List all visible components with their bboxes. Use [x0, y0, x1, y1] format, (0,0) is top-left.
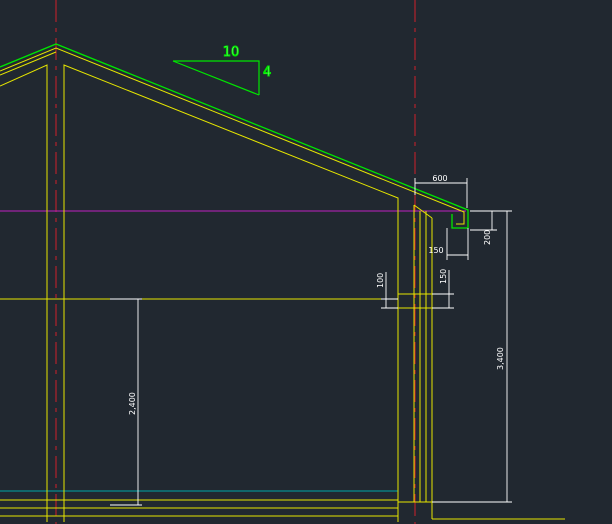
slope-rise-label: 4 — [263, 65, 271, 80]
slope-hypotenuse — [172, 60, 260, 96]
dim-eave-label: 600 — [432, 174, 447, 183]
dim-wall-label: 3,400 — [496, 347, 505, 370]
dim-beam-label: 100 — [376, 273, 385, 288]
cad-viewport[interactable]: 10 4 600 200 150 150 100 3,400 2,400 — [0, 0, 612, 524]
dim-ceiling-label: 2,400 — [128, 392, 137, 415]
floor-lines — [0, 490, 565, 520]
slope-indicator: 10 4 — [172, 45, 272, 96]
section-drawing[interactable]: 10 4 600 200 150 150 100 3,400 2,400 — [0, 0, 612, 524]
ridge-post-right — [63, 64, 399, 522]
slope-run-label: 10 — [223, 45, 240, 60]
dim-gutter-label: 150 — [428, 246, 443, 255]
ridge-post-left — [0, 64, 48, 522]
walls — [0, 64, 433, 522]
dim-lintel-label: 150 — [439, 269, 448, 284]
roof-outline-inner — [0, 47, 465, 225]
dim-fascia-label: 200 — [483, 230, 492, 245]
